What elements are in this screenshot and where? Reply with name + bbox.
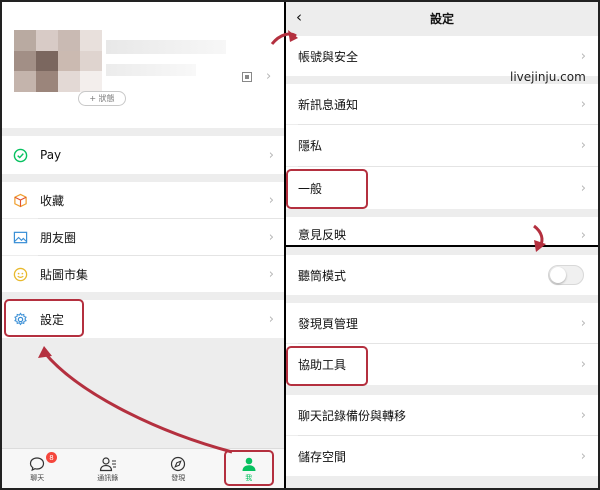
tab-contacts[interactable]: 通訊錄 [73,449,144,488]
blurred-id [106,64,196,76]
general-item-label: 儲存空間 [298,449,347,464]
highlight-box [286,346,368,386]
me-tab-panel: › + 狀態 Pay › 收藏 › 朋友圈 › 貼圖市集 › 設定 › 8 聊天… [2,2,284,488]
chevron-right-icon: › [580,357,586,372]
menu-item-label: Pay [40,148,62,162]
general-item-label: 聊天記錄備份與轉移 [298,408,407,423]
tab-chats[interactable]: 8 聊天 [2,449,73,488]
favorites-cube-icon [12,192,28,208]
chevron-right-icon: › [268,311,274,327]
earpiece-mode-toggle[interactable] [548,265,584,285]
menu-item-label: 朋友圈 [40,230,77,245]
chevron-right-icon: › [580,138,586,153]
menu-item-label: 貼圖市集 [40,267,89,282]
settings-panel: ‹ 設定 帳號與安全 › 新訊息通知 › 隱私 › 一般 › 意見反映 › [286,2,598,245]
chevron-right-icon: › [580,96,586,112]
chevron-right-icon: › [580,180,586,196]
back-arrow-icon[interactable]: ‹ [296,8,302,26]
chevron-right-icon: › [268,266,274,282]
settings-item-notifications[interactable]: 新訊息通知 › [286,84,598,124]
blurred-name [106,40,226,54]
menu-item-label: 收藏 [40,193,65,208]
menu-item-favorites[interactable]: 收藏 › [2,182,284,218]
settings-header: ‹ 設定 [286,2,598,34]
tab-label: 通訊錄 [97,473,119,482]
chevron-right-icon: › [580,448,586,464]
highlight-box [224,450,274,486]
chevron-right-icon: › [580,48,586,64]
moments-picture-icon [12,229,28,245]
highlight-box [286,169,368,209]
settings-item-feedback[interactable]: 意見反映 › [286,217,598,245]
menu-item-moments[interactable]: 朋友圈 › [2,219,284,255]
status-button[interactable]: + 狀態 [78,91,126,106]
chevron-right-icon: › [268,147,274,163]
highlight-box [4,299,84,337]
contacts-icon [99,455,117,473]
general-item-earpiece-mode[interactable]: 聽筒模式 [286,255,598,295]
chevron-right-icon: › [266,69,272,84]
tab-discover[interactable]: 發現 [143,449,214,488]
avatar [14,30,102,92]
settings-item-label: 隱私 [298,139,323,153]
chevron-right-icon: › [580,228,586,243]
chevron-right-icon: › [268,229,274,245]
chevron-right-icon: › [268,192,274,208]
general-item-discover-management[interactable]: 發現頁管理 › [286,303,598,343]
pay-check-icon [12,147,28,163]
general-settings-panel: 聽筒模式 發現頁管理 › 協助工具 › 聊天記錄備份與轉移 › 儲存空間 › [286,247,598,488]
profile-card[interactable]: › + 狀態 [2,2,284,128]
watermark-text: livejinju.com [510,70,586,84]
general-item-storage[interactable]: 儲存空間 › [286,436,598,476]
settings-item-label: 意見反映 [298,228,347,242]
chat-bubble-icon [29,455,45,473]
settings-item-label: 新訊息通知 [298,97,359,112]
general-item-chat-backup[interactable]: 聊天記錄備份與轉移 › [286,395,598,435]
chevron-right-icon: › [580,315,586,331]
page-title: 設定 [429,11,454,26]
tab-label: 聊天 [30,473,45,482]
unread-badge: 8 [46,452,57,463]
menu-item-sticker-market[interactable]: 貼圖市集 › [2,256,284,292]
sticker-smile-icon [12,266,28,282]
menu-item-pay[interactable]: Pay › [2,136,284,174]
general-item-label: 聽筒模式 [298,268,347,283]
discover-compass-icon [170,455,186,473]
chevron-right-icon: › [580,407,586,423]
general-item-label: 發現頁管理 [298,316,359,331]
settings-item-privacy[interactable]: 隱私 › [286,125,598,166]
settings-item-label: 帳號與安全 [298,49,359,64]
tab-label: 發現 [171,473,186,482]
qr-code-icon[interactable] [242,72,252,82]
